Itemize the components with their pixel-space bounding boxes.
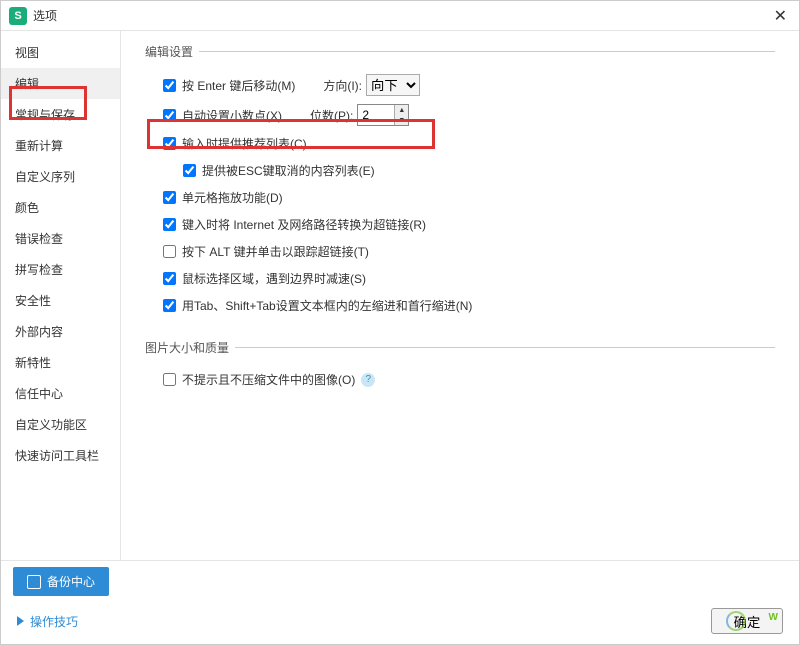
sidebar-item-color[interactable]: 颜色 [1, 192, 120, 223]
backup-center-button[interactable]: 备份中心 [13, 567, 109, 596]
close-button[interactable]: ✕ [770, 6, 791, 26]
sidebar-item-error-check[interactable]: 错误检查 [1, 223, 120, 254]
content-panel: 编辑设置 按 Enter 键后移动(M) 方向(I): 向下 自动设置小数点(X… [121, 31, 799, 560]
watermark-circle-icon [726, 611, 746, 631]
sidebar-item-edit[interactable]: 编辑 [1, 68, 120, 99]
auto-decimal-label: 自动设置小数点(X) [182, 107, 282, 124]
watermark-text: W [769, 612, 778, 623]
backup-center-label: 备份中心 [47, 573, 95, 590]
tips-label: 操作技巧 [30, 613, 78, 630]
image-quality-group: 图片大小和质量 不提示且不压缩文件中的图像(O) ? [145, 339, 775, 399]
drag-drop-label: 单元格拖放功能(D) [182, 189, 283, 206]
help-icon[interactable]: ? [361, 373, 375, 387]
digits-down-button[interactable]: ▼ [395, 115, 408, 125]
auto-decimal-checkbox[interactable] [163, 109, 176, 122]
sidebar-item-custom-ribbon[interactable]: 自定义功能区 [1, 409, 120, 440]
backup-icon [27, 575, 41, 589]
digits-spinner[interactable]: ▲ ▼ [357, 104, 409, 126]
sidebar-item-custom-seq[interactable]: 自定义序列 [1, 161, 120, 192]
drag-drop-checkbox[interactable] [163, 191, 176, 204]
sidebar-item-new-features[interactable]: 新特性 [1, 347, 120, 378]
sidebar-item-external[interactable]: 外部内容 [1, 316, 120, 347]
sidebar-item-spell-check[interactable]: 拼写检查 [1, 254, 120, 285]
hyperlink-label: 键入时将 Internet 及网络路径转换为超链接(R) [182, 216, 426, 233]
tab-indent-label: 用Tab、Shift+Tab设置文本框内的左缩进和首行缩进(N) [182, 297, 472, 314]
digits-up-button[interactable]: ▲ [395, 105, 408, 115]
input-suggest-label: 输入时提供推荐列表(C) [182, 135, 307, 152]
sidebar-item-trust-center[interactable]: 信任中心 [1, 378, 120, 409]
tips-link[interactable]: 操作技巧 [17, 613, 78, 630]
mouse-slow-label: 鼠标选择区域，遇到边界时减速(S) [182, 270, 366, 287]
edit-settings-legend: 编辑设置 [145, 43, 199, 60]
enter-move-checkbox[interactable] [163, 79, 176, 92]
hyperlink-checkbox[interactable] [163, 218, 176, 231]
mouse-slow-checkbox[interactable] [163, 272, 176, 285]
sidebar-item-quick-access[interactable]: 快速访问工具栏 [1, 440, 120, 471]
titlebar: S 选项 ✕ [1, 1, 799, 31]
sidebar: 视图 编辑 常规与保存 重新计算 自定义序列 颜色 错误检查 拼写检查 安全性 … [1, 31, 121, 560]
tab-indent-checkbox[interactable] [163, 299, 176, 312]
digits-label: 位数(P): [310, 107, 353, 124]
alt-track-checkbox[interactable] [163, 245, 176, 258]
direction-select[interactable]: 向下 [366, 74, 420, 96]
app-icon: S [9, 7, 27, 25]
esc-list-checkbox[interactable] [183, 164, 196, 177]
footer: 备份中心 操作技巧 确定 W [1, 560, 799, 644]
esc-list-label: 提供被ESC键取消的内容列表(E) [202, 162, 375, 179]
alt-track-label: 按下 ALT 键并单击以跟踪超链接(T) [182, 243, 369, 260]
enter-move-label: 按 Enter 键后移动(M) [182, 77, 295, 94]
sidebar-item-general-save[interactable]: 常规与保存 [1, 99, 120, 130]
sidebar-item-view[interactable]: 视图 [1, 37, 120, 68]
digits-input[interactable] [358, 105, 394, 125]
direction-label: 方向(I): [323, 77, 362, 94]
window-title: 选项 [33, 7, 770, 24]
image-quality-legend: 图片大小和质量 [145, 339, 235, 356]
no-compress-label: 不提示且不压缩文件中的图像(O) [182, 371, 355, 388]
ok-button[interactable]: 确定 W [711, 608, 783, 634]
edit-settings-group: 编辑设置 按 Enter 键后移动(M) 方向(I): 向下 自动设置小数点(X… [145, 43, 775, 325]
no-compress-checkbox[interactable] [163, 373, 176, 386]
play-icon [17, 616, 24, 626]
input-suggest-checkbox[interactable] [163, 137, 176, 150]
sidebar-item-recalc[interactable]: 重新计算 [1, 130, 120, 161]
sidebar-item-security[interactable]: 安全性 [1, 285, 120, 316]
